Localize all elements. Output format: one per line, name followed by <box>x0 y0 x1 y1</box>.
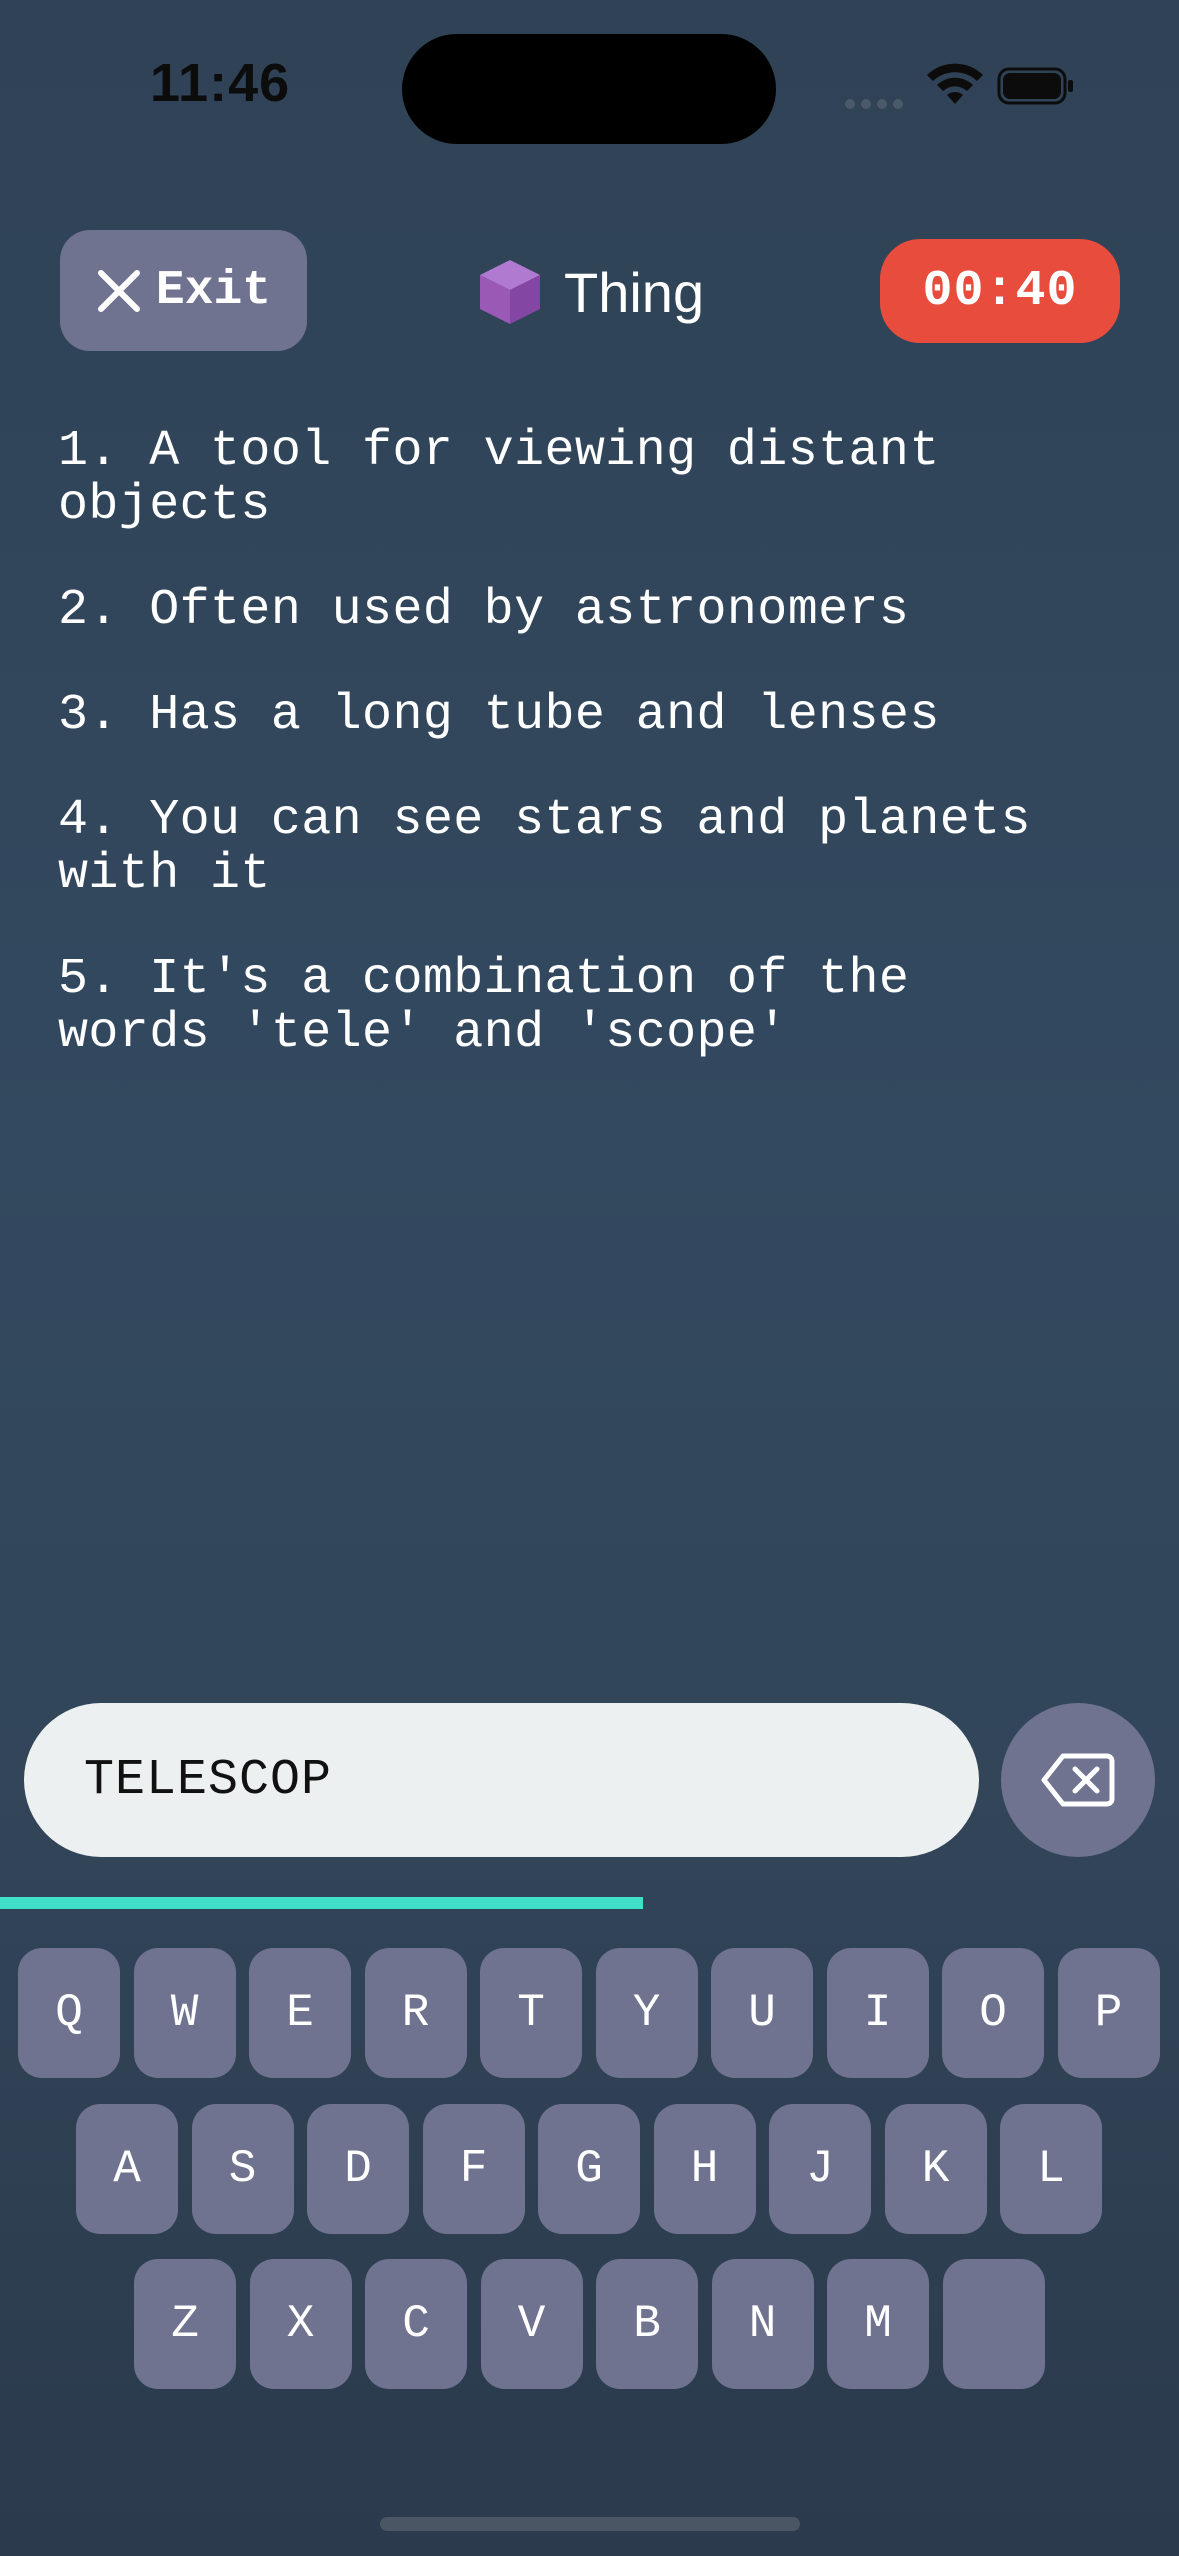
clue-item: 2. Often used by astronomers <box>58 582 910 639</box>
key-v[interactable]: V <box>480 2259 583 2389</box>
answer-field[interactable]: TELESCOP <box>24 1703 979 1857</box>
key-m[interactable]: M <box>827 2259 929 2389</box>
clue-item: 3. Has a long tube and lenses <box>58 687 940 744</box>
key-b[interactable]: B <box>596 2259 698 2389</box>
key-e[interactable]: E <box>249 1948 351 2078</box>
key-f[interactable]: F <box>422 2104 525 2234</box>
status-time: 11:46 <box>150 53 291 113</box>
clue-item: 1. A tool for viewing distant objects <box>58 423 940 534</box>
key-w[interactable]: W <box>133 1948 236 2078</box>
wifi-icon <box>927 63 983 104</box>
key-y[interactable]: Y <box>595 1948 698 2078</box>
key-q[interactable]: Q <box>18 1948 120 2078</box>
answer-text: TELESCOP <box>84 1751 333 1809</box>
key-s[interactable]: S <box>191 2104 294 2234</box>
key-o[interactable]: O <box>942 1948 1044 2078</box>
key-x[interactable]: X <box>249 2259 352 2389</box>
clue-item: 5. It's a combination of the words 'tele… <box>58 951 910 1062</box>
key-k[interactable]: K <box>884 2104 987 2234</box>
key-z[interactable]: Z <box>134 2259 236 2389</box>
key-p[interactable]: P <box>1057 1948 1160 2078</box>
category-label: Thing <box>564 260 705 324</box>
clue-item: 4. You can see stars and planets with it <box>58 792 1031 903</box>
key-d[interactable]: D <box>307 2104 409 2234</box>
exit-label: Exit <box>155 263 272 318</box>
countdown-timer: 00:40 <box>880 239 1120 343</box>
backspace-icon <box>1041 1753 1115 1807</box>
timer-text: 00:40 <box>922 262 1078 320</box>
backspace-button[interactable] <box>1001 1703 1155 1857</box>
category-indicator: Thing <box>478 252 704 332</box>
key-h[interactable]: H <box>653 2104 756 2234</box>
key-t[interactable]: T <box>480 1948 582 2078</box>
key-j[interactable]: J <box>769 2104 871 2234</box>
key-i[interactable]: I <box>826 1948 929 2078</box>
close-icon <box>97 269 140 312</box>
key-l[interactable]: L <box>1000 2104 1102 2234</box>
key-a[interactable]: A <box>76 2104 178 2234</box>
dynamic-island <box>402 34 776 144</box>
key-u[interactable]: U <box>711 1948 813 2078</box>
home-indicator <box>380 2517 800 2531</box>
key-blank[interactable] <box>942 2259 1045 2389</box>
cellular-signal-icon <box>845 96 909 114</box>
cube-icon <box>480 260 540 324</box>
key-g[interactable]: G <box>538 2104 640 2234</box>
exit-button[interactable]: Exit <box>60 230 307 351</box>
key-r[interactable]: R <box>364 1948 467 2078</box>
clue-list: 1. A tool for viewing distant objects 2.… <box>58 425 1138 1112</box>
key-c[interactable]: C <box>365 2259 467 2389</box>
status-icons <box>845 60 1085 116</box>
key-n[interactable]: N <box>711 2259 814 2389</box>
battery-icon <box>997 67 1073 105</box>
time-progress-fill <box>0 1897 643 1909</box>
time-progress-bar <box>0 1897 1179 1909</box>
